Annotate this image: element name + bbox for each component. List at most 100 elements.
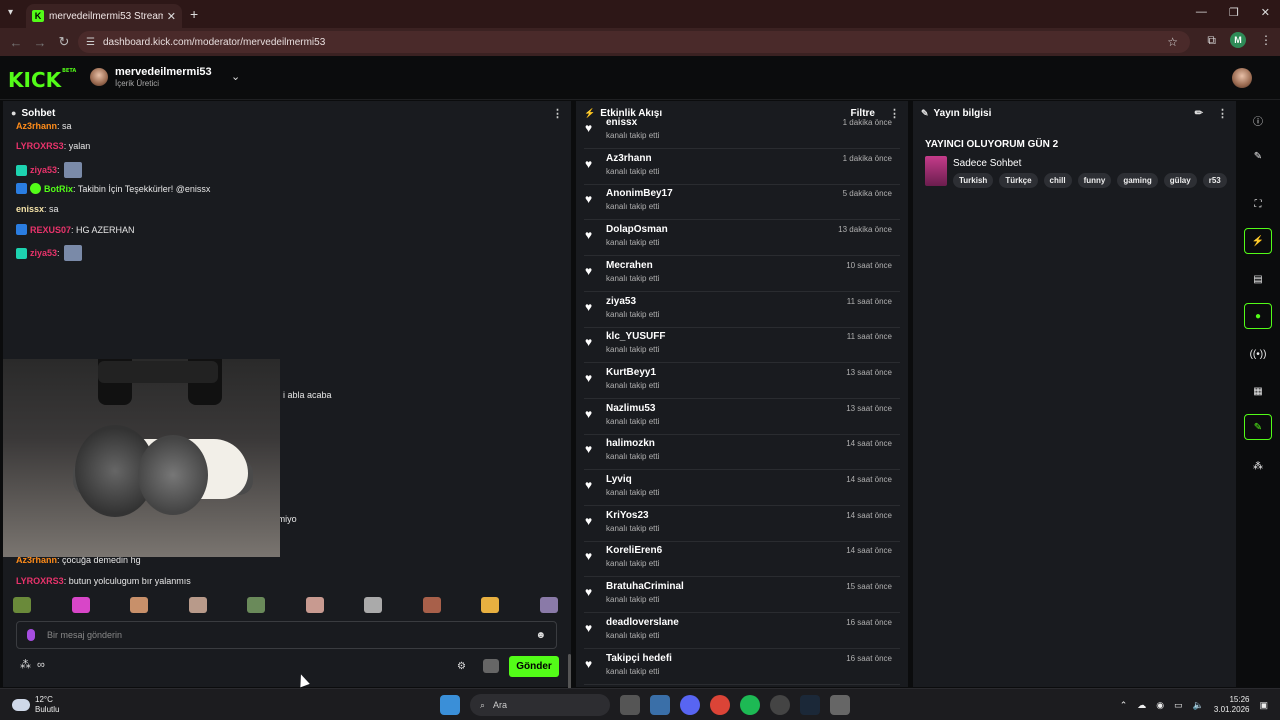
chat-scrollbar[interactable] xyxy=(568,654,571,692)
browser-menu-icon[interactable]: ⋮ xyxy=(1260,33,1272,47)
activity-username[interactable]: Nazlimu53 xyxy=(606,403,655,414)
tray-chevron-icon[interactable]: ⌃ xyxy=(1120,700,1128,711)
profile-avatar[interactable]: M xyxy=(1230,32,1246,48)
activity-username[interactable]: Mecrahen xyxy=(606,260,653,271)
activity-item[interactable]: ♥ DolapOsman kanalı takip etti 13 dakika ön… xyxy=(584,220,900,257)
activity-username[interactable]: halimozkn xyxy=(606,438,655,449)
activity-username[interactable]: klc_YUSUFF xyxy=(606,331,665,342)
weather-widget[interactable]: 12°C Bulutlu xyxy=(12,695,59,715)
activity-username[interactable]: Takipçi hedefi xyxy=(606,653,672,664)
volume-icon[interactable]: 🔈 xyxy=(1193,700,1204,711)
chat-username[interactable]: REXUS07 xyxy=(30,225,71,235)
notification-icon[interactable]: ▣ xyxy=(1259,700,1268,711)
notes-icon[interactable]: ▤ xyxy=(1244,266,1272,292)
channel-avatar[interactable] xyxy=(90,68,108,86)
chat-toggle-icon[interactable]: ● xyxy=(1244,303,1272,329)
emote-icon[interactable] xyxy=(71,597,90,613)
chat-message[interactable]: ziya53: xyxy=(16,245,82,261)
reload-icon[interactable]: ↻ xyxy=(52,34,76,50)
chat-username[interactable]: LYROXRS3 xyxy=(16,576,64,586)
forward-icon[interactable]: → xyxy=(28,35,52,50)
chevron-down-icon[interactable]: ⌄ xyxy=(231,70,240,83)
activity-item[interactable]: ♥ halimozkn kanalı takip etti 14 saat önce xyxy=(584,434,900,471)
chat-message[interactable]: LYROXRS3: yalan xyxy=(16,141,90,151)
back-icon[interactable]: ← xyxy=(4,35,28,50)
emote-icon[interactable] xyxy=(422,597,441,613)
activity-item[interactable]: ♥ Mecrahen kanalı takip etti 10 saat önce xyxy=(584,256,900,292)
activity-item[interactable]: ♥ KurtBeyy1 kanalı takip etti 13 saat önce xyxy=(584,363,900,399)
activity-username[interactable]: deadloverslane xyxy=(606,617,679,628)
tab-close-icon[interactable]: ✕ xyxy=(167,10,176,23)
emote-icon[interactable] xyxy=(364,597,383,613)
activity-username[interactable]: BratuhaCriminal xyxy=(606,581,684,592)
tab-search-icon[interactable]: ▾ xyxy=(8,7,13,18)
stream-tag[interactable]: Türkçe xyxy=(999,173,1038,188)
activity-username[interactable]: ziya53 xyxy=(606,296,636,307)
activity-username[interactable]: DolapOsman xyxy=(606,224,668,235)
emote-icon[interactable] xyxy=(188,597,207,613)
chat-message[interactable]: LYROXRS3: butun yolculugum bır yalanmıs xyxy=(16,576,191,586)
user-avatar[interactable] xyxy=(1232,68,1252,88)
activity-item[interactable]: ♥ enissx kanalı takip etti 1 dakika önce xyxy=(584,113,900,149)
infinity-icon[interactable]: ∞ xyxy=(37,659,45,671)
mic-icon[interactable] xyxy=(27,629,35,641)
edit-icon[interactable]: ✏ xyxy=(1195,108,1203,119)
stream-tag[interactable]: Turkish xyxy=(953,173,994,188)
emote-icon[interactable] xyxy=(247,597,266,613)
activity-toggle-icon[interactable]: ⚡ xyxy=(1244,228,1272,254)
activity-item[interactable]: ♥ klc_YUSUFF kanalı takip etti 11 saat önce xyxy=(584,327,900,364)
chat-message[interactable]: REXUS07: HG AZERHAN xyxy=(16,224,135,235)
layout-icon[interactable]: ▦ xyxy=(1244,378,1272,404)
spotify-icon[interactable] xyxy=(740,695,760,715)
activity-item[interactable]: ♥ deadloverslane kanalı takip etti 16 saat … xyxy=(584,613,900,649)
stream-info-toggle-icon[interactable]: ✎ xyxy=(1244,414,1272,440)
gear-icon[interactable]: ⚙ xyxy=(457,661,466,672)
activity-item[interactable]: ♥ Lyviq kanalı takip etti 14 saat önce xyxy=(584,470,900,506)
activity-item[interactable]: ♥ Takipçi hedefi kanalı takip etti 16 saat … xyxy=(584,649,900,685)
site-info-icon[interactable]: ☰ xyxy=(86,37,95,48)
stream-tag[interactable]: gülay xyxy=(1163,173,1197,188)
pen-icon[interactable]: ✎ xyxy=(1244,143,1272,169)
chat-username[interactable]: Az3rhann xyxy=(16,121,57,131)
extensions-icon[interactable]: ⧉ xyxy=(1207,33,1216,48)
taskbar-search[interactable]: ⌕ Ara xyxy=(470,694,610,716)
activity-item[interactable]: ♥ Nazlimu53 kanalı takip etti 13 saat önce xyxy=(584,399,900,435)
chrome-icon[interactable] xyxy=(710,695,730,715)
channel-name[interactable]: mervedeilmermi53 xyxy=(115,66,212,78)
chat-username[interactable]: LYROXRS3 xyxy=(16,141,64,151)
windows-start-icon[interactable] xyxy=(440,695,460,715)
broadcast-icon[interactable]: ((•)) xyxy=(1244,341,1272,367)
minimize-icon[interactable]: — xyxy=(1196,6,1207,19)
activity-username[interactable]: KriYos23 xyxy=(606,510,649,521)
stream-info-more-icon[interactable]: ⋮ xyxy=(1217,107,1228,120)
activity-username[interactable]: KoreliEren6 xyxy=(606,545,662,556)
close-window-icon[interactable]: ✕ xyxy=(1261,6,1270,19)
chat-message[interactable]: enissx: sa xyxy=(16,204,59,214)
chat-more-icon[interactable]: ⋮ xyxy=(552,107,563,120)
chat-username[interactable]: BotRix xyxy=(44,184,73,194)
activity-item[interactable]: ♥ KoreliEren6 kanalı takip etti 14 saat önc… xyxy=(584,541,900,578)
chat-message[interactable]: Az3rhann: sa xyxy=(16,121,72,131)
activity-item[interactable]: ♥ AnonimBey17 kanalı takip etti 5 dakika ön… xyxy=(584,184,900,221)
activity-item[interactable]: ♥ BratuhaCriminal kanalı takip etti 15 saat… xyxy=(584,577,900,614)
browser-tab[interactable]: K mervedeilmermi53 Stream - Ki ✕ xyxy=(26,4,182,28)
emote-icon[interactable] xyxy=(130,597,149,613)
chat-message[interactable]: i abla acaba xyxy=(283,390,332,400)
emote-icon[interactable] xyxy=(539,597,558,613)
kicks-icon[interactable] xyxy=(483,659,499,673)
chat-username[interactable]: ziya53 xyxy=(30,165,57,175)
task-view-icon[interactable] xyxy=(620,695,640,715)
vpn-app-icon[interactable] xyxy=(650,695,670,715)
chat-message[interactable]: BotRix: Takibin İçin Teşekkürler! @eniss… xyxy=(16,183,210,194)
chat-username[interactable]: ziya53 xyxy=(30,248,57,258)
network-icon[interactable]: ▭ xyxy=(1174,700,1183,711)
activity-username[interactable]: enissx xyxy=(606,117,637,128)
community-rail-icon[interactable]: ⁂ xyxy=(1244,453,1272,479)
stream-tag[interactable]: r53 xyxy=(1202,173,1227,188)
activity-username[interactable]: Lyviq xyxy=(606,474,632,485)
chat-input[interactable]: Bir mesaj gönderin ☻ xyxy=(16,621,557,649)
app-icon[interactable] xyxy=(770,695,790,715)
discord-icon[interactable] xyxy=(680,695,700,715)
kick-logo[interactable]: KICKBETA xyxy=(8,68,76,92)
activity-username[interactable]: Az3rhann xyxy=(606,153,652,164)
